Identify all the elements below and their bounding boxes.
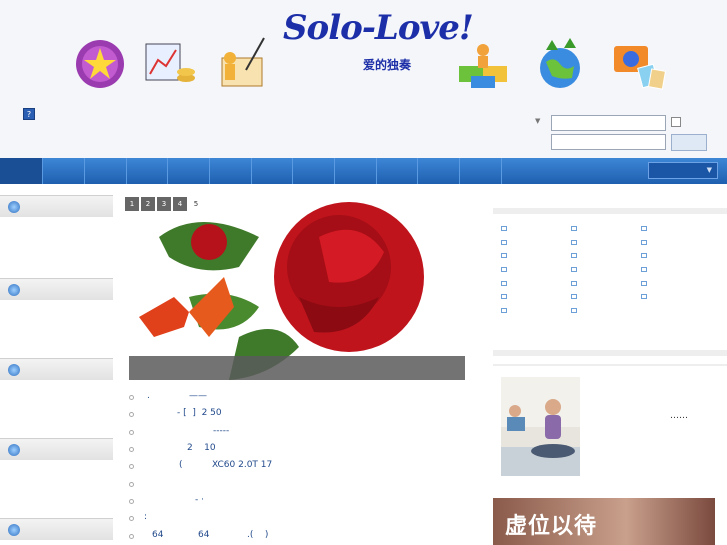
sidebar-section-header[interactable] [0,358,113,380]
slider-page-4[interactable]: 4 [173,197,187,211]
chart-coins-icon[interactable] [142,36,198,92]
globe-bullet-icon [8,364,20,376]
banner-text: 虚位以待 [505,514,598,539]
slider-caption-bar[interactable] [129,356,465,380]
help-icon[interactable]: ? [23,108,35,120]
link-bullet-icon[interactable] [641,281,647,286]
nav-item[interactable] [377,158,418,184]
news-text: - · [195,495,204,505]
link-bullet-icon[interactable] [501,226,507,231]
link-bullet-icon[interactable] [641,226,647,231]
remember-checkbox[interactable] [671,117,681,127]
link-bullet-icon[interactable] [571,253,577,258]
nav-item[interactable] [168,158,210,184]
nav-item[interactable] [460,158,502,184]
link-bullet-icon[interactable] [571,308,577,313]
link-bullet-icon[interactable] [641,267,647,272]
link-bullet-icon[interactable] [501,281,507,286]
sidebar-section-header[interactable] [0,518,113,540]
left-sidebar [0,192,113,545]
writing-person-icon[interactable] [212,36,268,92]
dropdown-arrow-icon[interactable]: ▼ [535,117,540,125]
news-text: ----- [213,426,230,436]
link-bullet-icon[interactable] [641,253,647,258]
sidebar-section-header[interactable] [0,438,113,460]
news-text: : [144,512,148,522]
yoga-photo[interactable] [501,377,580,476]
logo-subtitle: 爱的独奏 [363,58,412,72]
globe-icon[interactable] [532,36,588,92]
slider-page-2[interactable]: 2 [141,197,155,211]
link-bullet-icon[interactable] [501,294,507,299]
site-header: Solo-Love! 爱的独奏 ? ▼ [0,0,727,158]
ad-banner[interactable]: 虚位以待 [493,498,715,545]
nav-select[interactable]: ▼ [648,162,718,179]
slider-page-3[interactable]: 3 [157,197,171,211]
link-bullet-icon[interactable] [571,294,577,299]
more-ellipsis[interactable]: …… [670,411,688,421]
nav-item[interactable] [252,158,293,184]
globe-bullet-icon [8,201,20,213]
camera-photos-icon[interactable] [610,36,667,92]
site-logo[interactable]: Solo-Love! 爱的独奏 [283,6,474,76]
link-bullet-icon[interactable] [501,253,507,258]
link-bullet-icon[interactable] [501,267,507,272]
news-text: 2 10 [187,443,216,453]
sidebar-section-header[interactable] [0,195,113,217]
logo-title: Solo-Love! [283,8,474,48]
link-bullet-icon[interactable] [571,240,577,245]
image-slider[interactable] [129,197,465,380]
nav-item[interactable] [293,158,335,184]
link-bullet-icon[interactable] [571,281,577,286]
password-input[interactable] [551,134,666,150]
news-text: - [ ] 2 50 [177,408,222,418]
stars-badge-icon[interactable] [72,36,128,92]
login-button[interactable] [671,134,707,151]
news-text: ( [179,460,183,470]
link-bullet-icon[interactable] [571,267,577,272]
nav-item-home[interactable] [0,158,43,184]
nav-item[interactable] [210,158,252,184]
slider-page-5[interactable]: 5 [189,197,203,211]
news-text: 64 [152,530,164,540]
right-link-panel [493,208,727,356]
nav-item[interactable] [335,158,377,184]
link-bullet-icon[interactable] [641,294,647,299]
news-text: .( ) [247,530,269,540]
nav-item[interactable] [418,158,460,184]
chevron-down-icon: ▼ [706,166,712,174]
news-text: 64 [198,530,210,540]
slider-page-1[interactable]: 1 [125,197,139,211]
nav-item[interactable] [127,158,168,184]
news-text: —— [189,391,207,401]
rose-butterfly-image [129,197,465,380]
main-nav [0,158,727,184]
link-bullet-icon[interactable] [641,240,647,245]
news-text: . [147,391,150,401]
globe-bullet-icon [8,444,20,456]
news-text: XC60 2.0T 17 [212,460,273,470]
globe-bullet-icon [8,524,20,536]
username-input[interactable] [551,115,666,131]
link-bullet-icon[interactable] [571,226,577,231]
puzzle-people-icon[interactable] [455,36,511,92]
link-bullet-icon[interactable] [501,308,507,313]
nav-item[interactable] [43,158,85,184]
sidebar-section-header[interactable] [0,278,113,300]
link-bullet-icon[interactable] [501,240,507,245]
globe-bullet-icon [8,284,20,296]
nav-item[interactable] [85,158,127,184]
right-divider [493,364,727,366]
